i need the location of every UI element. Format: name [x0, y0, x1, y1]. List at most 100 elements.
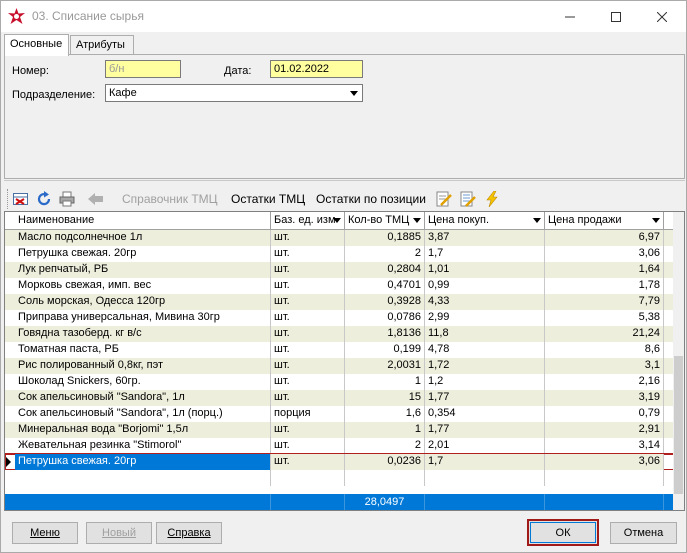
department-dropdown-button[interactable] — [346, 85, 362, 101]
cancel-button[interactable]: Отмена — [610, 522, 677, 544]
table-cell[interactable]: шт. — [271, 342, 345, 358]
action-button[interactable] — [483, 190, 501, 208]
back-button[interactable] — [87, 190, 105, 208]
column-header-qty[interactable]: Кол-во ТМЦ — [345, 212, 425, 230]
column-header-sale-price[interactable]: Цена продажи — [545, 212, 664, 230]
table-cell[interactable]: 3,19 — [545, 390, 664, 406]
table-cell[interactable]: шт. — [271, 262, 345, 278]
refresh-button[interactable] — [35, 190, 53, 208]
sort-arrow-icon[interactable] — [333, 218, 341, 223]
table-cell[interactable]: Лук репчатый, РБ — [15, 262, 271, 278]
delete-row-button[interactable] — [12, 190, 30, 208]
table-cell[interactable]: 1,72 — [425, 358, 545, 374]
items-grid[interactable]: Наименование Баз. ед. изм Кол-во ТМЦ Цен… — [4, 211, 685, 511]
table-cell[interactable]: 0,79 — [545, 406, 664, 422]
table-cell[interactable]: шт. — [271, 422, 345, 438]
table-cell[interactable]: шт. — [271, 454, 345, 470]
table-row[interactable]: Петрушка свежая. 20гр шт. 2 1,7 3,06 — [5, 246, 674, 262]
table-cell[interactable]: 1 — [345, 422, 425, 438]
tab-main[interactable]: Основные — [4, 34, 69, 56]
table-cell[interactable]: 3,06 — [545, 454, 664, 470]
table-row[interactable]: Лук репчатый, РБ шт. 0,2804 1,01 1,64 — [5, 262, 674, 278]
number-field[interactable]: б/н — [105, 60, 181, 78]
help-button[interactable]: Справка — [156, 522, 222, 544]
table-cell[interactable]: шт. — [271, 246, 345, 262]
table-cell[interactable]: шт. — [271, 438, 345, 454]
stock-button[interactable]: Остатки ТМЦ — [231, 192, 305, 206]
table-row[interactable]: Рис полированный 0,8кг, пэт шт. 2,0031 1,72… — [5, 358, 674, 374]
table-row[interactable]: Сок апельсиновый "Sandora", 1л (порц.) по… — [5, 406, 674, 422]
table-cell[interactable]: 5,38 — [545, 310, 664, 326]
table-cell[interactable]: 0,0236 — [345, 454, 425, 470]
stock-by-position-button[interactable]: Остатки по позиции — [316, 192, 426, 206]
table-cell[interactable]: 1,8136 — [345, 326, 425, 342]
table-cell[interactable]: Шоколад Snickers, 60гр. — [15, 374, 271, 390]
table-row[interactable]: Сок апельсиновый "Sandora", 1л шт. 15 1,77 3… — [5, 390, 674, 406]
table-cell[interactable]: 0,4701 — [345, 278, 425, 294]
table-cell[interactable]: шт. — [271, 374, 345, 390]
table-cell[interactable]: Масло подсолнечное 1л — [15, 230, 271, 246]
table-cell[interactable]: шт. — [271, 310, 345, 326]
table-cell[interactable]: 3,1 — [545, 358, 664, 374]
table-row[interactable]: Соль морская, Одесса 120гр шт. 0,3928 4,33 7… — [5, 294, 674, 310]
toolbar-grip[interactable] — [7, 189, 9, 209]
table-row[interactable]: Жевательная резинка "Stimorol" шт. 2 2,01 3,… — [5, 438, 674, 454]
table-row[interactable]: Петрушка свежая. 20гр шт. 0,0236 1,7 3,06 — [5, 453, 675, 471]
table-cell[interactable]: 6,97 — [545, 230, 664, 246]
table-cell[interactable]: 0,0786 — [345, 310, 425, 326]
table-cell[interactable]: Рис полированный 0,8кг, пэт — [15, 358, 271, 374]
table-cell[interactable]: шт. — [271, 326, 345, 342]
table-cell[interactable]: шт. — [271, 230, 345, 246]
table-cell[interactable]: 0,2804 — [345, 262, 425, 278]
table-cell[interactable]: 1,77 — [425, 422, 545, 438]
table-cell[interactable]: 4,78 — [425, 342, 545, 358]
catalog-button[interactable]: Справочник ТМЦ — [122, 192, 218, 206]
table-row[interactable]: Приправа универсальная, Мивина 30гр шт. 0,… — [5, 310, 674, 326]
new-button[interactable]: Новый — [86, 522, 152, 544]
table-cell[interactable]: 2,99 — [425, 310, 545, 326]
table-row[interactable]: Минеральная вода "Borjomi" 1,5л шт. 1 1,77 2… — [5, 422, 674, 438]
table-cell[interactable]: Сок апельсиновый "Sandora", 1л (порц.) — [15, 406, 271, 422]
column-header-name[interactable]: Наименование — [15, 212, 271, 230]
table-cell[interactable]: 3,14 — [545, 438, 664, 454]
scrollbar-thumb[interactable] — [674, 356, 683, 494]
column-header-purchase-price[interactable]: Цена покуп. — [425, 212, 545, 230]
table-cell[interactable]: шт. — [271, 358, 345, 374]
table-cell[interactable]: 11,8 — [425, 326, 545, 342]
table-cell[interactable]: Сок апельсиновый "Sandora", 1л — [15, 390, 271, 406]
table-cell[interactable]: 4,33 — [425, 294, 545, 310]
table-cell[interactable]: шт. — [271, 278, 345, 294]
table-cell[interactable]: 8,6 — [545, 342, 664, 358]
table-cell[interactable]: 2,91 — [545, 422, 664, 438]
date-field[interactable]: 01.02.2022 — [270, 60, 363, 78]
table-cell[interactable]: 2,0031 — [345, 358, 425, 374]
table-cell[interactable]: Петрушка свежая. 20гр — [15, 454, 271, 470]
table-cell[interactable]: 1,77 — [425, 390, 545, 406]
table-cell[interactable]: Приправа универсальная, Мивина 30гр — [15, 310, 271, 326]
table-cell[interactable]: шт. — [271, 390, 345, 406]
department-select[interactable]: Кафе — [105, 84, 363, 102]
edit-list-button[interactable] — [459, 190, 477, 208]
table-cell[interactable]: 0,3928 — [345, 294, 425, 310]
table-cell[interactable]: 2 — [345, 438, 425, 454]
table-cell[interactable]: Жевательная резинка "Stimorol" — [15, 438, 271, 454]
vertical-scrollbar[interactable] — [673, 212, 684, 510]
print-button[interactable] — [58, 190, 76, 208]
table-cell[interactable]: 0,354 — [425, 406, 545, 422]
table-cell[interactable]: 21,24 — [545, 326, 664, 342]
edit-document-button[interactable] — [435, 190, 453, 208]
table-cell[interactable]: 2,01 — [425, 438, 545, 454]
table-row[interactable]: Морковь свежая, имп. вес шт. 0,4701 0,99 1,7… — [5, 278, 674, 294]
table-cell[interactable]: 0,199 — [345, 342, 425, 358]
table-cell[interactable]: Томатная паста, РБ — [15, 342, 271, 358]
table-cell[interactable]: Минеральная вода "Borjomi" 1,5л — [15, 422, 271, 438]
table-row[interactable]: Томатная паста, РБ шт. 0,199 4,78 8,6 — [5, 342, 674, 358]
table-cell[interactable]: порция — [271, 406, 345, 422]
table-row[interactable]: Говядна тазоберд. кг в/с шт. 1,8136 11,8 21,… — [5, 326, 674, 342]
maximize-button[interactable] — [593, 1, 639, 32]
table-row[interactable]: Шоколад Snickers, 60гр. шт. 1 1,2 2,16 — [5, 374, 674, 390]
ok-button[interactable]: ОК — [527, 519, 599, 546]
table-cell[interactable]: 3,87 — [425, 230, 545, 246]
table-cell[interactable]: 1,6 — [345, 406, 425, 422]
table-cell[interactable]: Петрушка свежая. 20гр — [15, 246, 271, 262]
